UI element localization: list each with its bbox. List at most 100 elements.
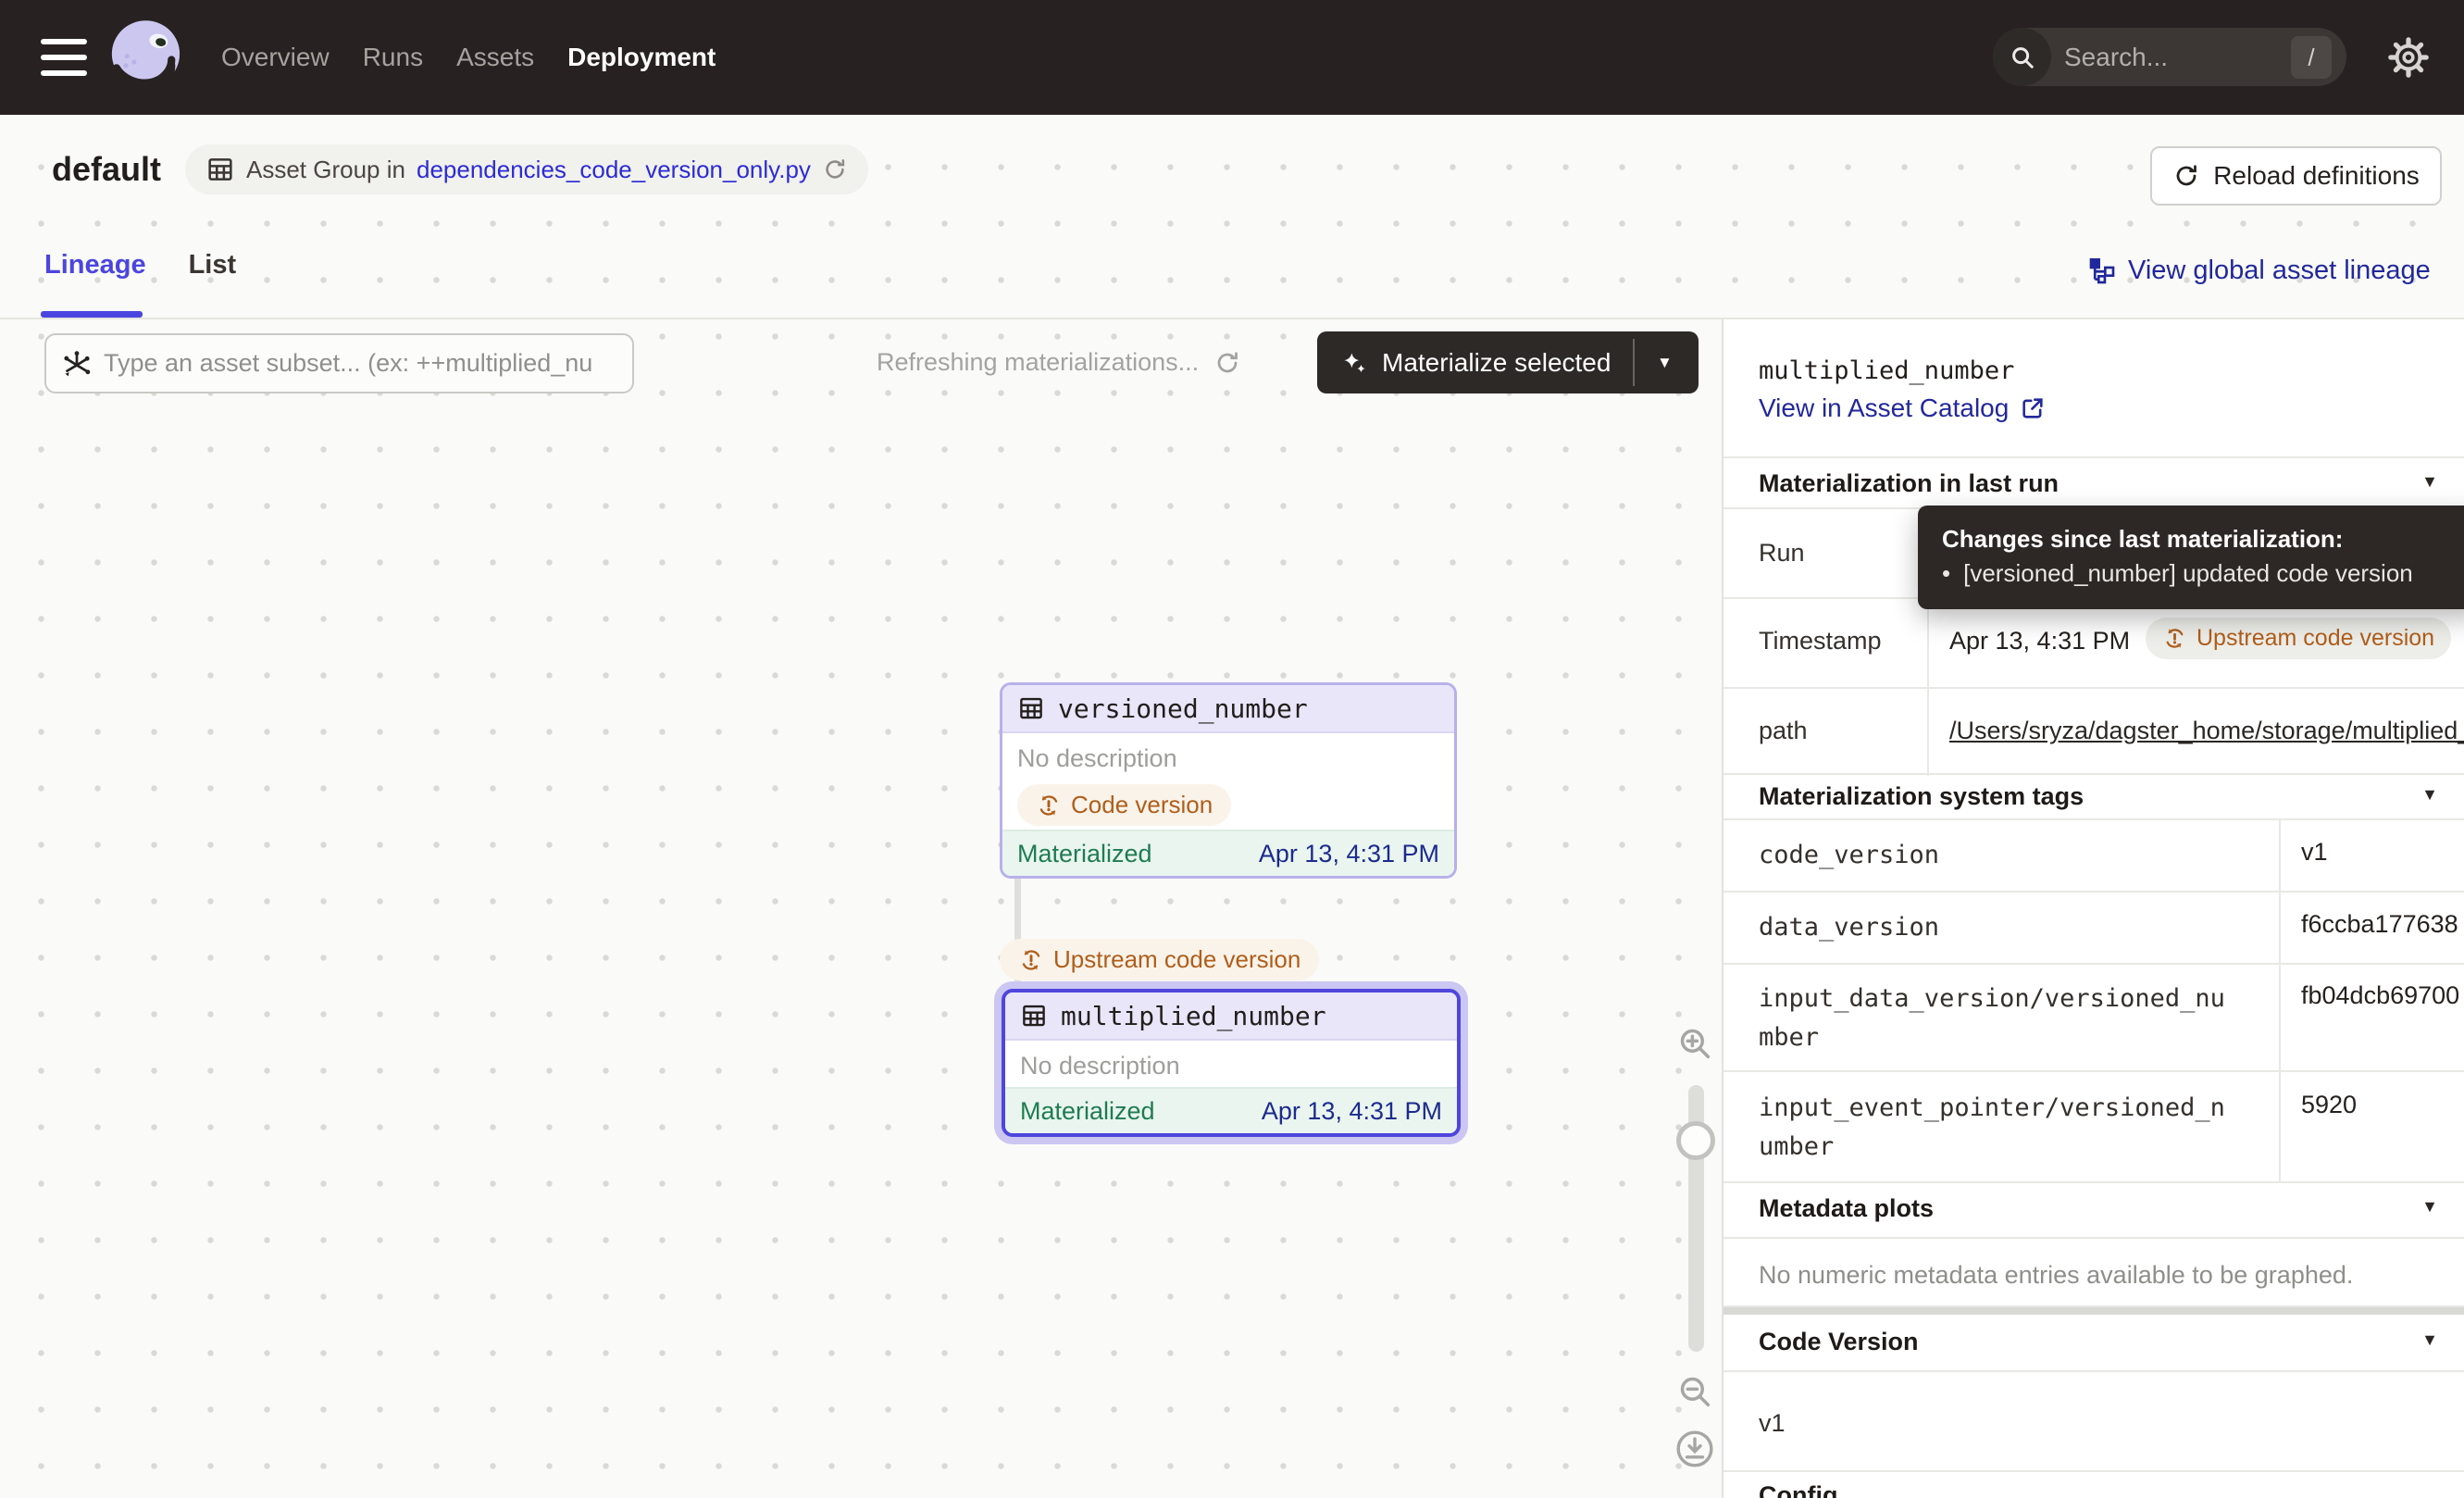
asset-name: multiplied_number <box>1061 1001 1326 1031</box>
section-header-metadata-plots[interactable]: Metadata plots <box>1759 1194 1934 1223</box>
view-in-asset-catalog-link[interactable]: View in Asset Catalog <box>1759 393 2046 423</box>
row-label-path: path <box>1759 712 1808 749</box>
tabs: Lineage List <box>44 250 236 281</box>
nav-item-deployment[interactable]: Deployment <box>567 43 716 72</box>
view-global-asset-lineage-label: View global asset lineage <box>2128 256 2431 286</box>
nav-item-runs[interactable]: Runs <box>363 43 423 72</box>
nav-item-overview[interactable]: Overview <box>221 43 330 72</box>
chevron-down-icon[interactable]: ▼ <box>2421 1330 2438 1350</box>
materialized-timestamp: Apr 13, 4:31 PM <box>1259 840 1439 868</box>
search-icon <box>1993 28 2051 86</box>
asset-node-footer: Materialized Apr 13, 4:31 PM <box>1005 1087 1457 1133</box>
asset-node-footer: Materialized Apr 13, 4:31 PM <box>1002 830 1454 876</box>
tag-key: input_data_version/versioned_number <box>1759 980 2233 1057</box>
path-link[interactable]: /Users/sryza/dagster_home/storage/multip… <box>1949 712 2464 749</box>
upstream-code-version-badge: Upstream code version <box>2146 618 2451 659</box>
asset-subset-filter[interactable] <box>44 333 634 393</box>
hamburger-menu-icon[interactable] <box>41 39 87 76</box>
divider <box>1724 1237 2464 1239</box>
breadcrumb-refresh-icon[interactable] <box>822 156 848 182</box>
chevron-down-icon[interactable]: ▼ <box>2421 1197 2438 1217</box>
breadcrumb-file-link[interactable]: dependencies_code_version_only.py <box>417 156 811 184</box>
tag-value: f6ccba177638 <box>2301 910 2464 939</box>
divider <box>1724 687 2464 689</box>
section-header-last-run[interactable]: Materialization in last run <box>1759 469 2059 498</box>
section-scrollbar[interactable] <box>1724 1307 2464 1315</box>
code-version-badge: Code version <box>1017 784 1231 826</box>
asset-description: No description <box>1005 1041 1457 1080</box>
divider <box>1724 1370 2464 1372</box>
refreshing-spinner-icon <box>1213 349 1241 377</box>
tooltip-item: • [versioned_number] updated code versio… <box>1942 556 2458 591</box>
download-image-button[interactable] <box>1674 1428 1716 1470</box>
view-global-asset-lineage-link[interactable]: View global asset lineage <box>2087 256 2431 286</box>
refreshing-status: Refreshing materializations... <box>877 348 1241 377</box>
view-in-asset-catalog-label: View in Asset Catalog <box>1759 393 2009 423</box>
upstream-code-version-label: Upstream code version <box>1053 945 1300 974</box>
zoom-slider-thumb[interactable] <box>1676 1121 1715 1160</box>
asset-node-multiplied-number-selected[interactable]: multiplied_number No description Materia… <box>1002 989 1461 1137</box>
upstream-code-version-label: Upstream code version <box>2196 625 2434 652</box>
materialize-selected-label: Materialize selected <box>1382 348 1611 378</box>
asset-node-header: multiplied_number <box>1005 992 1457 1041</box>
reload-definitions-button[interactable]: Reload definitions <box>2150 146 2442 206</box>
divider <box>1724 1181 2464 1183</box>
divider <box>1724 456 2464 458</box>
active-tab-underline <box>41 311 143 318</box>
row-label-timestamp: Timestamp <box>1759 622 1882 659</box>
settings-gear-icon[interactable] <box>2386 35 2431 80</box>
asset-detail-panel: multiplied_number View in Asset Catalog … <box>1722 319 2464 1498</box>
asset-description: No description <box>1002 733 1454 773</box>
page-title: default <box>52 150 161 189</box>
chevron-down-icon[interactable]: ▼ <box>2421 785 2438 805</box>
zoom-in-button[interactable] <box>1675 1024 1714 1063</box>
asset-group-grid-icon <box>205 155 235 184</box>
metadata-plots-empty-message: No numeric metadata entries available to… <box>1759 1256 2353 1293</box>
timestamp-value: Apr 13, 4:31 PM <box>1949 622 2130 659</box>
search-input[interactable] <box>2064 43 2259 72</box>
section-header-code-version[interactable]: Code Version <box>1759 1328 1919 1356</box>
section-header-config[interactable]: Config <box>1759 1481 1837 1498</box>
asset-node-versioned-number[interactable]: versioned_number No description Code ver… <box>1000 682 1457 879</box>
divider <box>1724 818 2464 820</box>
global-search[interactable]: / <box>1993 28 2346 86</box>
section-header-system-tags[interactable]: Materialization system tags <box>1759 782 2084 811</box>
tooltip-item-text: [versioned_number] updated code version <box>1963 556 2413 591</box>
table-icon <box>1020 1002 1048 1030</box>
divider <box>1724 1470 2464 1472</box>
tab-list[interactable]: List <box>189 250 237 281</box>
breadcrumb-prefix: Asset Group in <box>246 156 405 184</box>
divider <box>1724 1070 2464 1072</box>
materialize-selected-button[interactable]: Materialize selected <box>1317 331 1633 393</box>
tooltip-title: Changes since last materialization: <box>1942 522 2458 556</box>
zoom-out-button[interactable] <box>1675 1372 1714 1411</box>
chevron-down-icon[interactable]: ▼ <box>2421 472 2438 492</box>
external-link-icon <box>2020 395 2046 421</box>
reload-definitions-label: Reload definitions <box>2213 161 2420 191</box>
asset-subset-input[interactable] <box>104 349 604 378</box>
divider <box>1724 963 2464 965</box>
dagster-logo-icon[interactable] <box>104 13 193 102</box>
tag-value: v1 <box>2301 838 2464 867</box>
row-label-run: Run <box>1759 534 1805 571</box>
tab-lineage[interactable]: Lineage <box>44 250 146 281</box>
tag-key: input_event_pointer/versioned_number <box>1759 1089 2233 1167</box>
materialize-dropdown-button[interactable]: ▼ <box>1635 331 1694 393</box>
asset-group-breadcrumb: Asset Group in dependencies_code_version… <box>185 144 868 194</box>
sparkle-icon <box>1339 348 1369 378</box>
divider <box>1724 891 2464 893</box>
materialized-status: Materialized <box>1017 840 1152 868</box>
tag-key: code_version <box>1759 836 2233 875</box>
bullet: • <box>1942 556 1950 591</box>
top-nav: Overview Runs Assets Deployment / <box>0 0 2464 115</box>
tag-value: 5920 <box>2301 1091 2464 1119</box>
upstream-code-version-badge: Upstream code version <box>1000 939 1319 980</box>
nav-links: Overview Runs Assets Deployment <box>221 0 716 115</box>
materialized-timestamp: Apr 13, 4:31 PM <box>1262 1097 1442 1126</box>
code-version-value: v1 <box>1759 1404 1786 1442</box>
sync-alert-icon <box>2162 626 2187 651</box>
sync-alert-icon <box>1036 793 1062 818</box>
asset-node-header: versioned_number <box>1002 685 1454 733</box>
asset-name: versioned_number <box>1058 693 1308 724</box>
nav-item-assets[interactable]: Assets <box>456 43 534 72</box>
